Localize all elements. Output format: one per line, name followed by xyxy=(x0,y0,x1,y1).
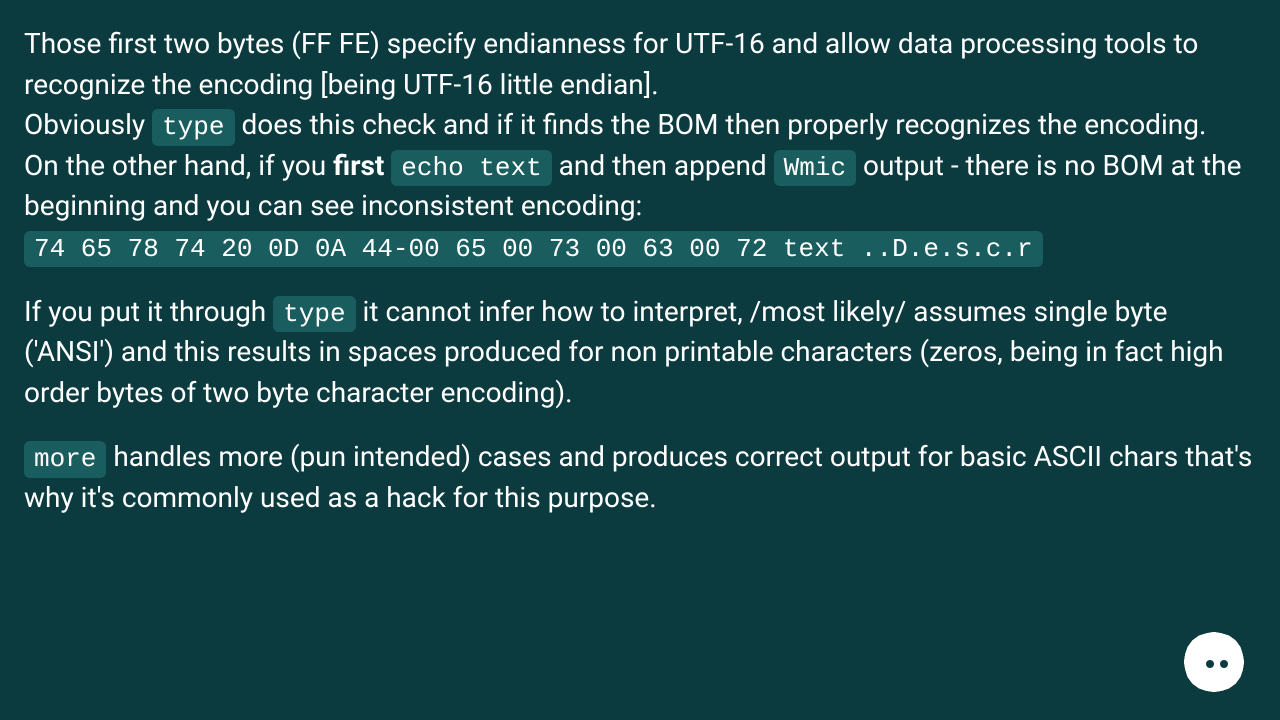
space xyxy=(384,149,391,182)
text-p2a: If you put it through xyxy=(24,295,273,328)
paragraph-1: Those first two bytes (FF FE) specify en… xyxy=(24,24,1256,268)
code-more: more xyxy=(24,441,106,478)
answer-body: Those first two bytes (FF FE) specify en… xyxy=(0,0,1280,519)
text-line-3a: On the other hand, if you xyxy=(24,149,333,182)
author-avatar[interactable] xyxy=(1184,632,1244,692)
paragraph-2: If you put it through type it cannot inf… xyxy=(24,292,1256,414)
text-p3a: handles more (pun intended) cases and pr… xyxy=(24,440,1252,514)
code-hex-dump: 74 65 78 74 20 0D 0A 44-00 65 00 73 00 6… xyxy=(24,231,1043,268)
code-wmic: Wmic xyxy=(774,150,856,187)
code-type-1: type xyxy=(152,109,234,146)
text-line-2a: Obviously xyxy=(24,108,152,141)
bold-first: first xyxy=(333,149,384,182)
text-line-2b: does this check and if it finds the BOM … xyxy=(235,108,1207,141)
paragraph-3: more handles more (pun intended) cases a… xyxy=(24,437,1256,518)
code-type-2: type xyxy=(273,296,355,333)
text-line-3b: and then append xyxy=(552,149,774,182)
text-line-1: Those first two bytes (FF FE) specify en… xyxy=(24,27,1198,101)
code-echo-text: echo text xyxy=(391,150,551,187)
